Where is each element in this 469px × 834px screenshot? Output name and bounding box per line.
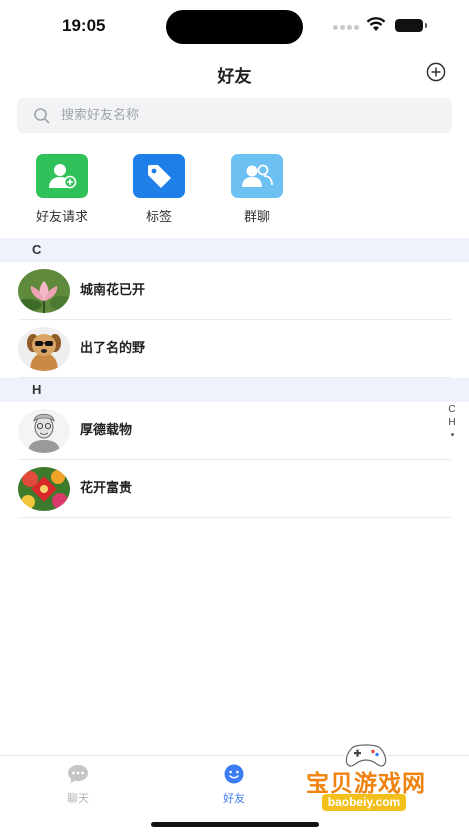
search-icon bbox=[34, 107, 50, 124]
friend-requests-label: 好友请求 bbox=[35, 210, 88, 225]
tab-friends[interactable]: 好友 bbox=[204, 764, 264, 806]
contact-row[interactable]: 城南花已开 bbox=[0, 262, 469, 320]
group-chat-button[interactable]: 群聊 bbox=[212, 154, 302, 225]
search-bar[interactable] bbox=[17, 98, 452, 133]
avatar bbox=[18, 269, 70, 313]
tab-friends-label: 好友 bbox=[223, 792, 245, 805]
chat-icon bbox=[68, 765, 88, 783]
tab-chat-label: 聊天 bbox=[67, 792, 89, 805]
contact-name: 出了名的野 bbox=[80, 341, 146, 356]
dynamic-island bbox=[166, 10, 303, 44]
avatar bbox=[18, 409, 70, 453]
battery-icon bbox=[395, 19, 427, 32]
watermark-logo: 宝贝游戏网 baobeiy.com bbox=[296, 742, 436, 826]
contact-row[interactable]: 出了名的野 bbox=[0, 320, 469, 378]
contact-name: 厚德载物 bbox=[80, 423, 133, 438]
home-indicator bbox=[151, 822, 319, 827]
contact-name: 花开富贵 bbox=[80, 481, 133, 496]
section-header-h: H bbox=[0, 378, 469, 402]
group-icon bbox=[231, 154, 283, 198]
signal-icon bbox=[333, 25, 359, 30]
add-icon[interactable] bbox=[426, 62, 446, 82]
index-dot bbox=[450, 433, 454, 436]
page-title: 好友 bbox=[217, 67, 252, 87]
status-bar: 19:05 bbox=[0, 0, 469, 52]
smile-icon bbox=[224, 764, 244, 784]
watermark-text: 宝贝游戏网 bbox=[306, 771, 426, 797]
contact-name: 城南花已开 bbox=[80, 283, 146, 298]
index-letter-c[interactable]: C bbox=[446, 403, 458, 416]
index-letter-h[interactable]: H bbox=[446, 416, 458, 429]
search-input[interactable] bbox=[61, 108, 421, 123]
group-chat-label: 群聊 bbox=[243, 210, 270, 225]
contact-row[interactable]: 花开富贵 bbox=[0, 460, 469, 518]
contact-row[interactable]: 厚德载物 bbox=[0, 402, 469, 460]
status-time: 19:05 bbox=[62, 16, 106, 35]
alphabet-index[interactable]: C H bbox=[446, 403, 458, 436]
avatar bbox=[18, 467, 70, 511]
section-header-c: C bbox=[0, 238, 469, 262]
add-user-icon bbox=[36, 154, 88, 198]
wifi-icon bbox=[366, 17, 386, 31]
divider bbox=[18, 517, 452, 518]
friend-requests-button[interactable]: 好友请求 bbox=[17, 154, 107, 225]
tags-button[interactable]: 标签 bbox=[114, 154, 204, 225]
tab-chat[interactable]: 聊天 bbox=[48, 764, 108, 806]
watermark-url: baobeiy.com bbox=[322, 794, 406, 811]
tag-icon bbox=[133, 154, 185, 198]
tags-label: 标签 bbox=[145, 210, 172, 225]
avatar bbox=[18, 327, 70, 371]
